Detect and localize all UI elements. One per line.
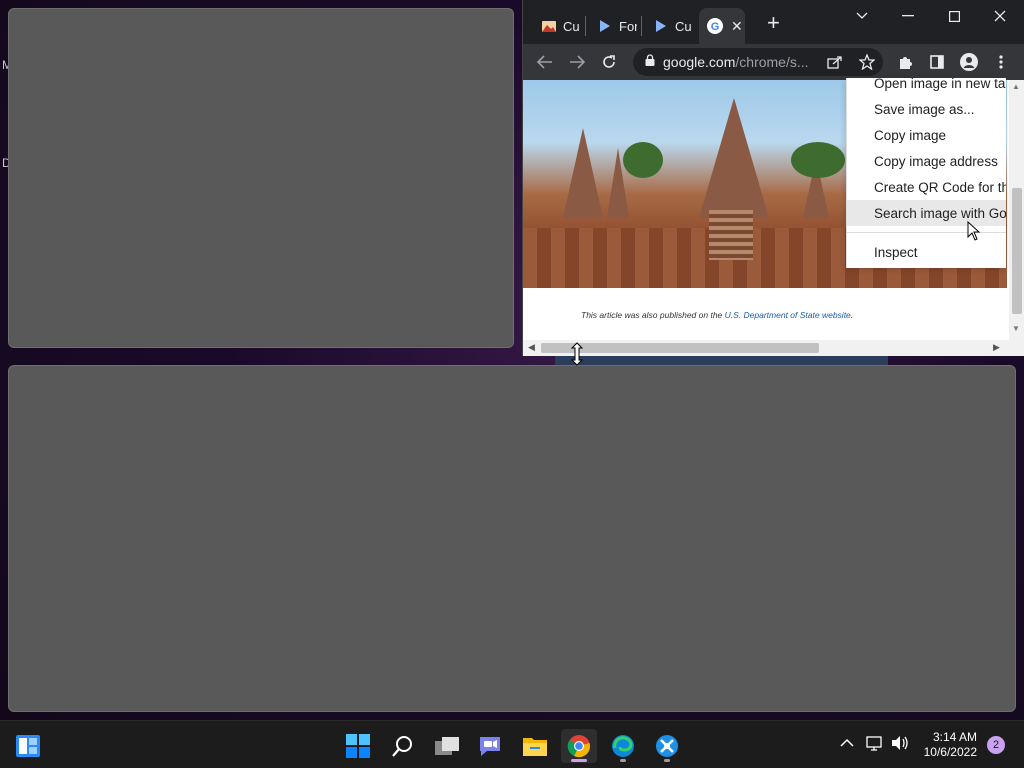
chevron-up-icon[interactable] <box>840 735 854 751</box>
scroll-up-arrow-icon[interactable]: ▲ <box>1012 82 1020 91</box>
menu-item-inspect[interactable]: Inspect <box>847 239 1006 265</box>
new-tab-button[interactable]: + <box>767 12 780 34</box>
tab-active-google[interactable]: G ✕ <box>699 8 745 44</box>
share-icon[interactable] <box>823 50 847 74</box>
temple-spire <box>563 128 603 218</box>
folder-icon <box>523 738 547 756</box>
menu-item-open-image-new-tab[interactable]: Open image in new tab <box>847 78 1006 96</box>
temple-stairs <box>709 210 753 260</box>
svg-text:G: G <box>711 21 720 33</box>
chrome-icon <box>567 735 590 758</box>
task-view-icon <box>435 737 459 755</box>
tab-2[interactable]: For <box>587 8 637 44</box>
network-icon[interactable] <box>866 735 884 754</box>
lock-icon <box>645 53 655 71</box>
article-caption: This article was also published on the U… <box>581 310 854 320</box>
taskbar: 3:14 AM 10/6/2022 2 <box>0 720 1024 768</box>
menu-item-create-qr-code[interactable]: Create QR Code for this image <box>847 174 1006 200</box>
tab-label: Cu <box>675 18 692 34</box>
tab-1[interactable]: Cu <box>531 8 581 44</box>
temple-spire <box>699 98 769 218</box>
pinned-app-button[interactable] <box>649 729 685 763</box>
back-arrow-icon[interactable] <box>533 50 557 74</box>
profile-avatar-icon[interactable] <box>957 50 981 74</box>
chevron-down-icon <box>856 12 868 19</box>
volume-icon[interactable] <box>891 735 909 754</box>
browser-toolbar: google.com/chrome/s... <box>523 44 1024 80</box>
search-icon <box>392 736 412 757</box>
widgets-button[interactable] <box>10 729 46 763</box>
menu-item-save-image-as[interactable]: Save image as... <box>847 96 1006 122</box>
close-icon <box>994 10 1006 22</box>
tab-label: Cu <box>563 18 580 34</box>
extensions-puzzle-icon[interactable] <box>893 50 917 74</box>
clock-date: 10/6/2022 <box>923 745 977 759</box>
task-view-button[interactable] <box>429 729 465 763</box>
edge-button[interactable] <box>605 729 641 763</box>
bookmark-star-icon[interactable] <box>855 50 879 74</box>
scroll-down-arrow-icon[interactable]: ▼ <box>1012 324 1020 333</box>
resize-vertical-cursor-icon <box>571 342 583 366</box>
start-button[interactable] <box>340 729 376 763</box>
notification-badge[interactable]: 2 <box>987 736 1005 754</box>
minimize-button[interactable] <box>885 4 931 28</box>
title-bar[interactable]: Cu For Cu G ✕ + <box>523 0 1024 44</box>
tab-3[interactable]: Cu <box>643 8 693 44</box>
chat-button[interactable] <box>472 729 508 763</box>
address-bar[interactable]: google.com/chrome/s... <box>633 48 883 76</box>
menu-kebab-icon[interactable] <box>989 50 1013 74</box>
maximize-button[interactable] <box>931 4 977 28</box>
google-icon: G <box>707 18 723 34</box>
open-app-indicator <box>620 759 626 762</box>
maximize-icon <box>948 10 960 22</box>
tree <box>791 142 845 178</box>
menu-item-search-image-google[interactable]: Search image with Google <box>847 200 1006 226</box>
menu-separator <box>847 232 1006 233</box>
tree <box>623 142 663 178</box>
state-dept-link[interactable]: U.S. Department of State website <box>725 310 851 320</box>
chrome-button[interactable] <box>561 729 597 763</box>
forward-arrow-icon[interactable] <box>565 50 589 74</box>
minimize-icon <box>902 15 914 17</box>
close-tab-icon[interactable]: ✕ <box>731 18 743 35</box>
photo-icon <box>541 18 557 34</box>
snap-preview-bottom[interactable] <box>8 365 1016 712</box>
edge-icon <box>612 735 634 757</box>
active-app-indicator <box>571 759 587 762</box>
widgets-icon <box>16 735 40 757</box>
windows-logo-icon <box>346 734 370 758</box>
menu-item-copy-image[interactable]: Copy image <box>847 122 1006 148</box>
reload-icon[interactable] <box>597 50 621 74</box>
tab-label: For <box>619 18 637 34</box>
system-clock[interactable]: 3:14 AM 10/6/2022 <box>924 730 977 760</box>
play-icon <box>653 18 669 34</box>
app-icon <box>656 735 678 757</box>
context-menu: Open image in new tab Save image as... C… <box>846 78 1006 268</box>
play-icon <box>597 18 613 34</box>
open-app-indicator <box>664 759 670 762</box>
snap-preview-top-left[interactable] <box>8 8 514 348</box>
scroll-left-arrow-icon[interactable]: ◀ <box>528 342 535 353</box>
vertical-scrollbar[interactable]: ▲ ▼ <box>1009 80 1024 342</box>
tab-divider <box>585 16 586 36</box>
url-text: google.com/chrome/s... <box>663 54 809 70</box>
menu-item-copy-image-address[interactable]: Copy image address <box>847 148 1006 174</box>
clock-time: 3:14 AM <box>932 730 977 744</box>
tab-divider <box>641 16 642 36</box>
close-window-button[interactable] <box>977 4 1023 28</box>
scrollbar-thumb[interactable] <box>1012 188 1022 314</box>
mouse-pointer-icon <box>967 221 981 241</box>
scroll-right-arrow-icon[interactable]: ▶ <box>993 342 1000 353</box>
search-button[interactable] <box>385 729 421 763</box>
tab-search-button[interactable] <box>839 4 885 28</box>
file-explorer-button[interactable] <box>517 729 553 763</box>
side-panel-icon[interactable] <box>925 50 949 74</box>
chat-icon <box>480 737 500 756</box>
horizontal-scrollbar[interactable]: ◀ ▶ <box>523 340 1024 356</box>
